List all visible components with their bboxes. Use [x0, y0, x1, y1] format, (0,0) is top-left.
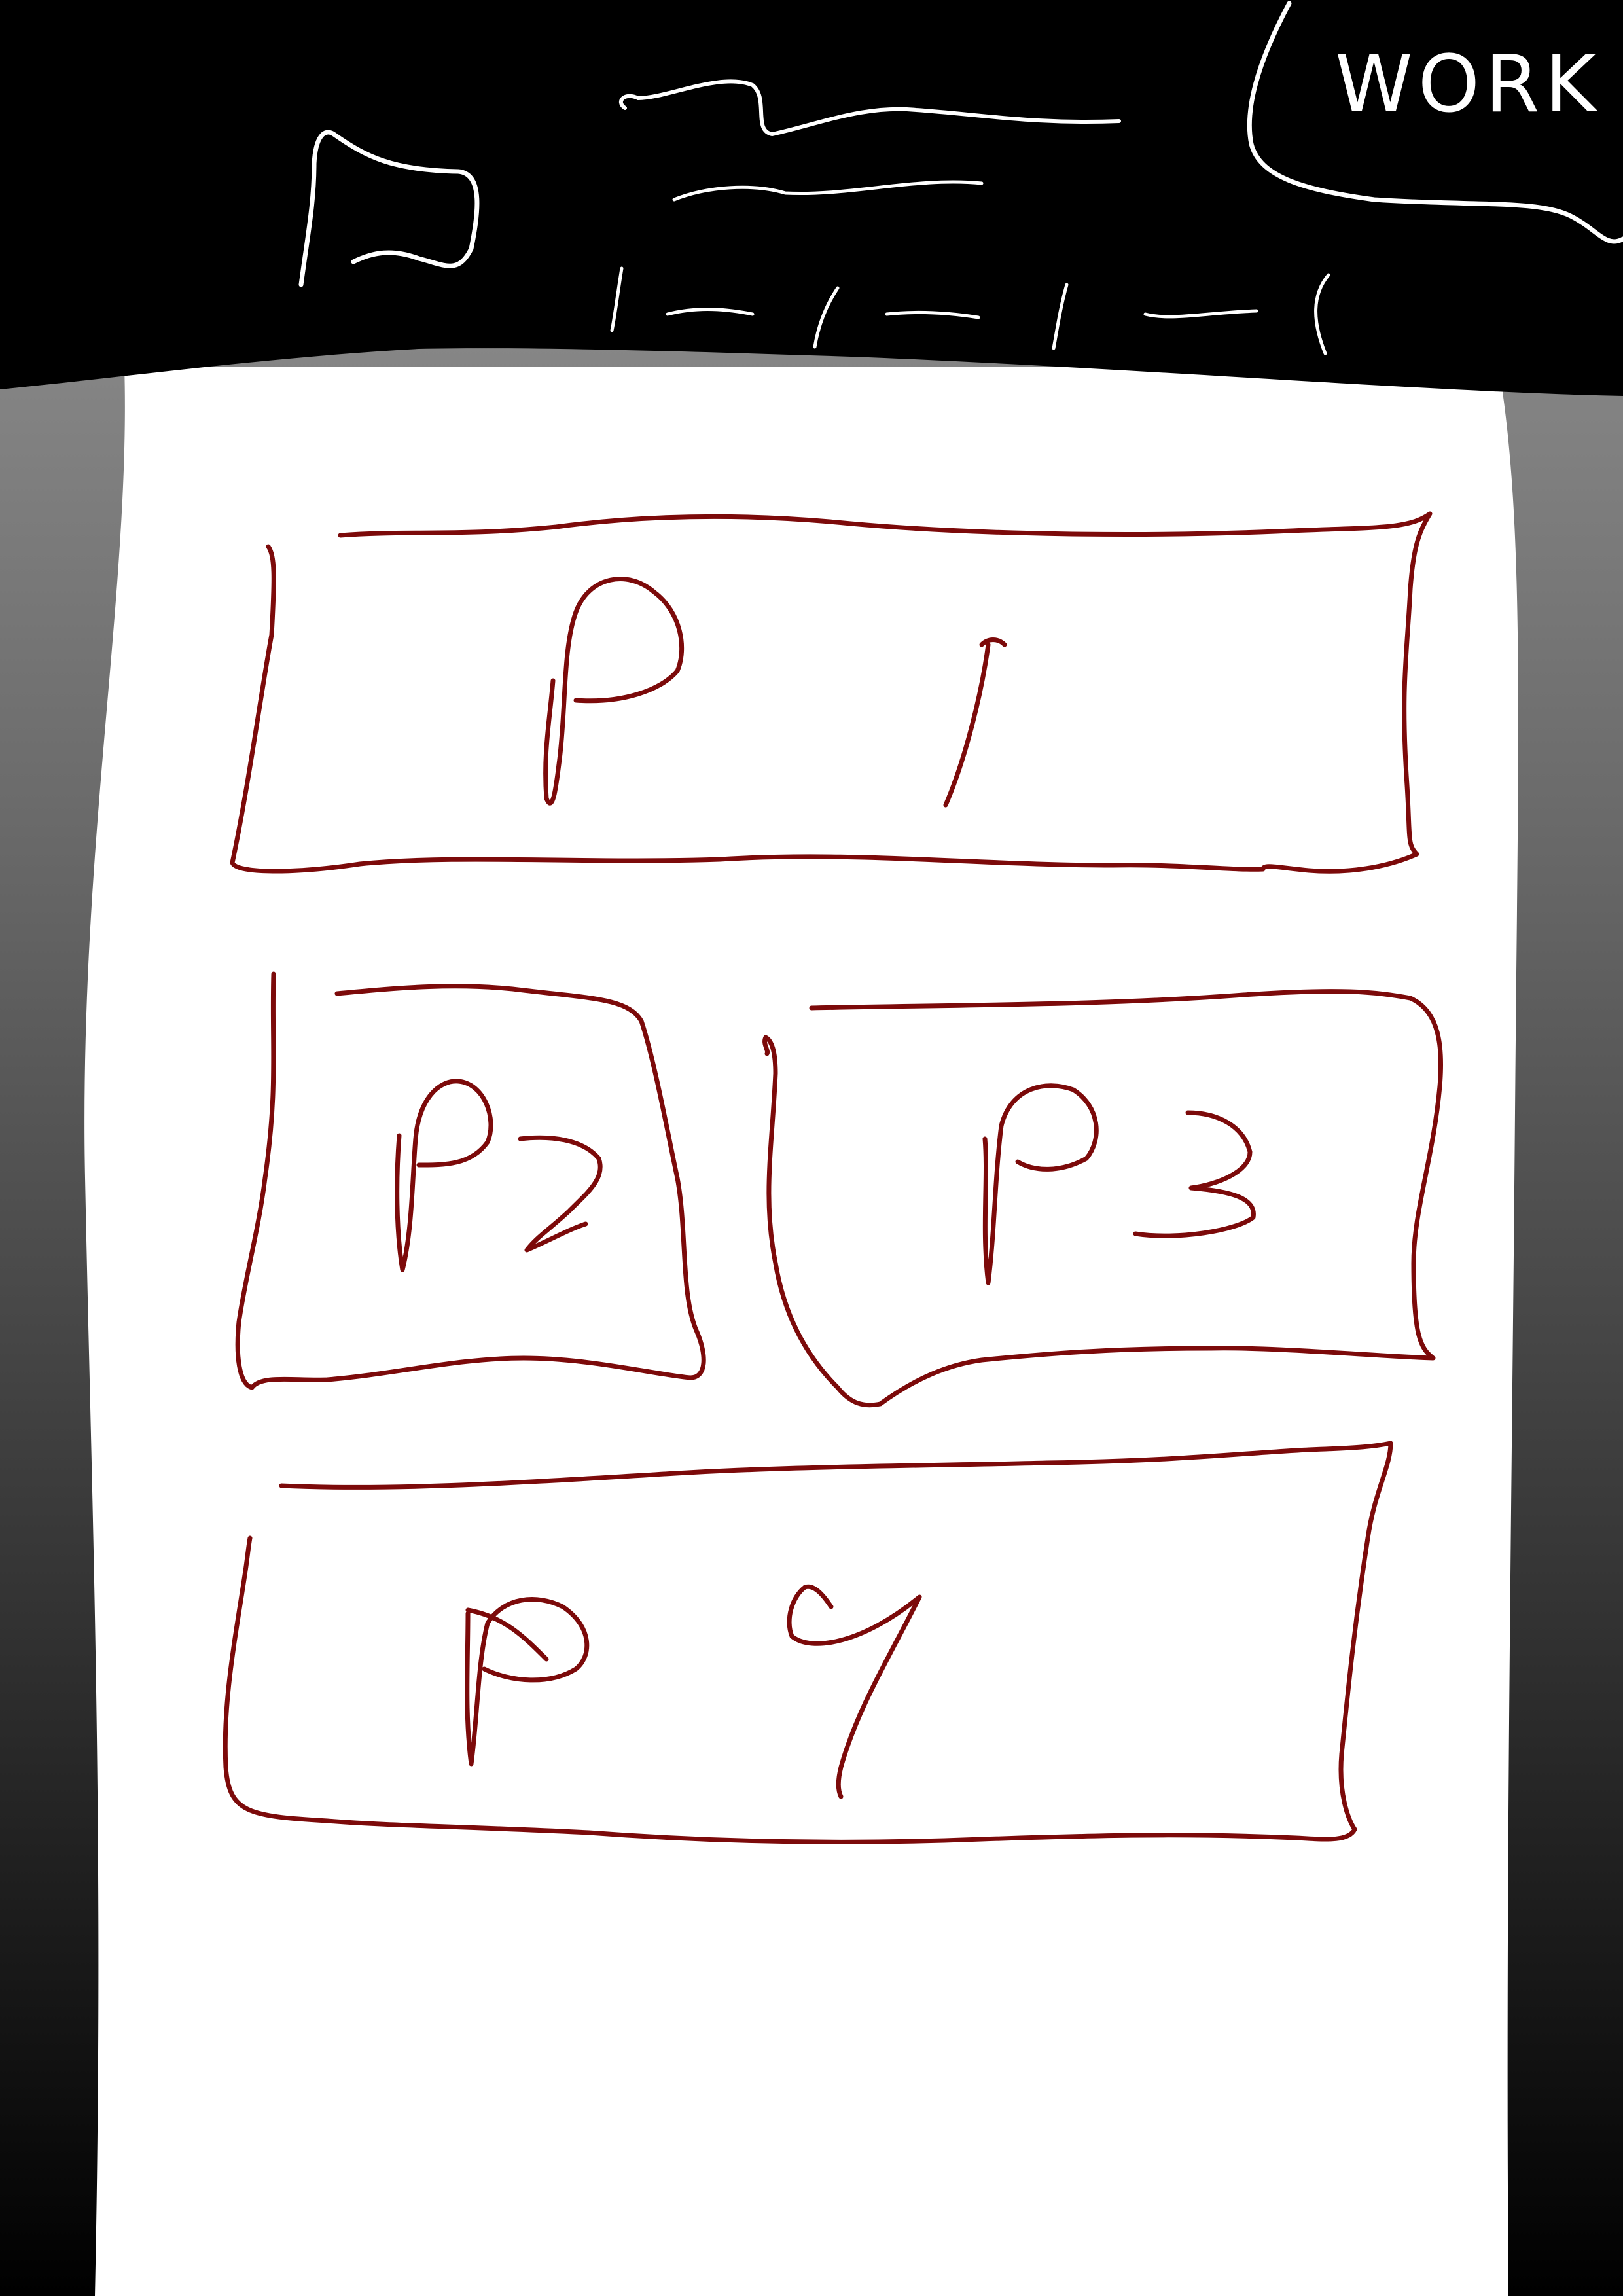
panel-1-label-glyph	[543, 577, 1007, 808]
panel-3[interactable]	[762, 989, 1443, 1408]
panel-1[interactable]	[230, 511, 1433, 874]
panels-layer	[223, 511, 1443, 1844]
panel-2[interactable]	[235, 971, 706, 1390]
panel-2-label-glyph	[395, 1079, 603, 1272]
panel-4-label-glyph	[465, 1584, 922, 1799]
panel-3-label-glyph	[982, 1083, 1256, 1285]
